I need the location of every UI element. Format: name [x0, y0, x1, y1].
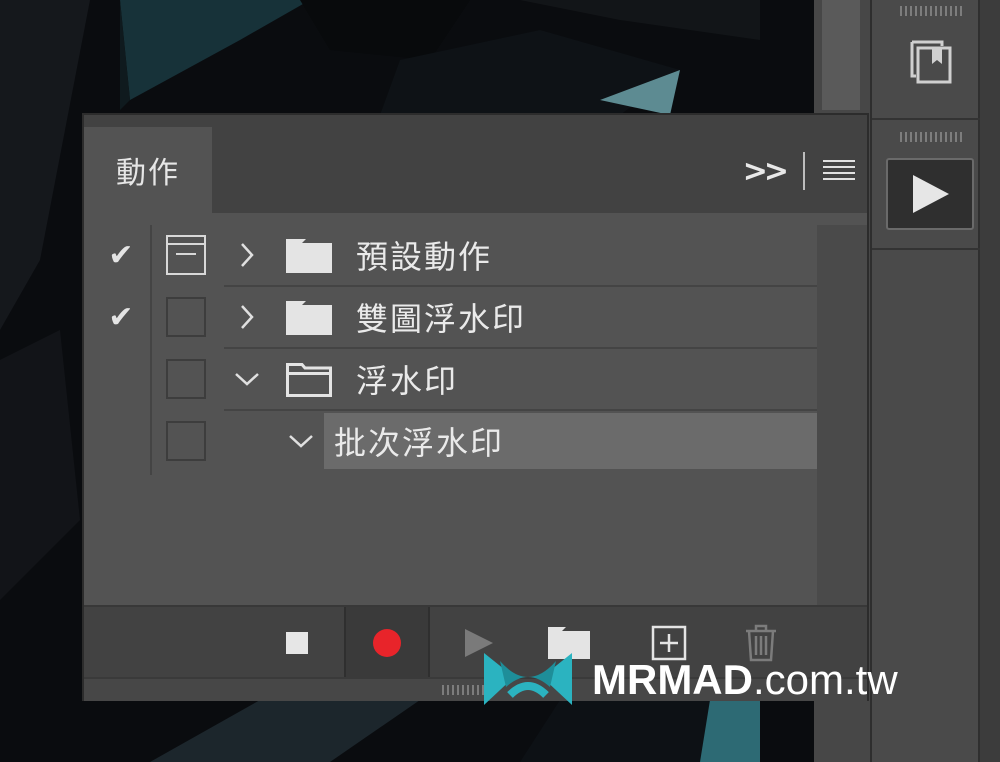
chevron-down-icon[interactable]	[284, 421, 318, 461]
stop-button[interactable]	[254, 607, 340, 679]
stop-icon	[286, 632, 308, 654]
chevron-right-icon[interactable]	[230, 235, 264, 275]
checkmark-icon[interactable]: ✔	[104, 239, 138, 273]
folder-open-icon	[286, 363, 332, 401]
record-button[interactable]	[344, 607, 430, 679]
double-chevron-right-icon[interactable]: >>	[743, 154, 789, 189]
dock-grip[interactable]	[900, 132, 962, 142]
list-item[interactable]: ✔ 雙圖浮水印	[84, 287, 819, 349]
watermark-brand: MRMAD	[592, 656, 753, 703]
dialog-toggle-icon[interactable]	[166, 359, 206, 399]
panel-tab-tools: >>	[743, 151, 855, 191]
dock-section-actions	[872, 122, 980, 250]
tab-actions[interactable]: 動作	[84, 127, 212, 213]
play-icon	[913, 175, 949, 213]
list-scrollbar[interactable]	[817, 225, 867, 605]
actions-panel-button[interactable]	[886, 158, 974, 230]
dialog-toggle-icon[interactable]	[166, 421, 206, 461]
folder-icon	[286, 301, 332, 339]
watermark: MRMAD.com.tw	[480, 640, 898, 720]
list-item-body: 批次浮水印	[224, 411, 819, 473]
divider	[803, 152, 805, 190]
folder-icon	[286, 239, 332, 277]
history-states-icon	[910, 40, 952, 84]
list-item-body: 浮水印	[224, 349, 819, 411]
dialog-toggle-icon[interactable]	[166, 297, 206, 337]
list-item-body: 預設動作	[224, 225, 819, 287]
dock-scroll-thumb[interactable]	[822, 0, 860, 110]
list-item-body: 雙圖浮水印	[224, 287, 819, 349]
hamburger-icon[interactable]	[823, 160, 855, 182]
mrmad-logo-icon	[484, 653, 572, 705]
list-item[interactable]: 批次浮水印	[84, 411, 819, 473]
dock-grip[interactable]	[900, 6, 962, 16]
action-set-label: 預設動作	[356, 238, 493, 276]
record-icon	[373, 629, 401, 657]
list-item[interactable]: 浮水印	[84, 349, 819, 411]
history-panel-button[interactable]	[886, 26, 974, 98]
panel-tab-bar: 動作 >>	[84, 115, 867, 213]
action-set-label: 浮水印	[356, 362, 459, 400]
action-label: 批次浮水印	[334, 424, 505, 462]
chevron-down-icon[interactable]	[230, 359, 264, 399]
checkmark-icon[interactable]: ✔	[104, 301, 138, 335]
watermark-domain: .com.tw	[752, 656, 898, 703]
chevron-right-icon[interactable]	[230, 297, 264, 337]
action-set-label: 雙圖浮水印	[356, 300, 527, 338]
dock-section-history	[872, 0, 980, 120]
list-item[interactable]: ✔ 預設動作	[84, 225, 819, 287]
watermark-text: MRMAD.com.tw	[592, 656, 898, 704]
actions-list: ✔ 預設動作 ✔ 雙圖浮水印 浮水印 批次浮水印	[84, 225, 867, 475]
actions-panel: 動作 >> ✔ 預設動作 ✔ 雙圖浮水印 浮水印 批次浮水印	[82, 113, 869, 701]
dialog-toggle-icon[interactable]	[166, 235, 206, 275]
